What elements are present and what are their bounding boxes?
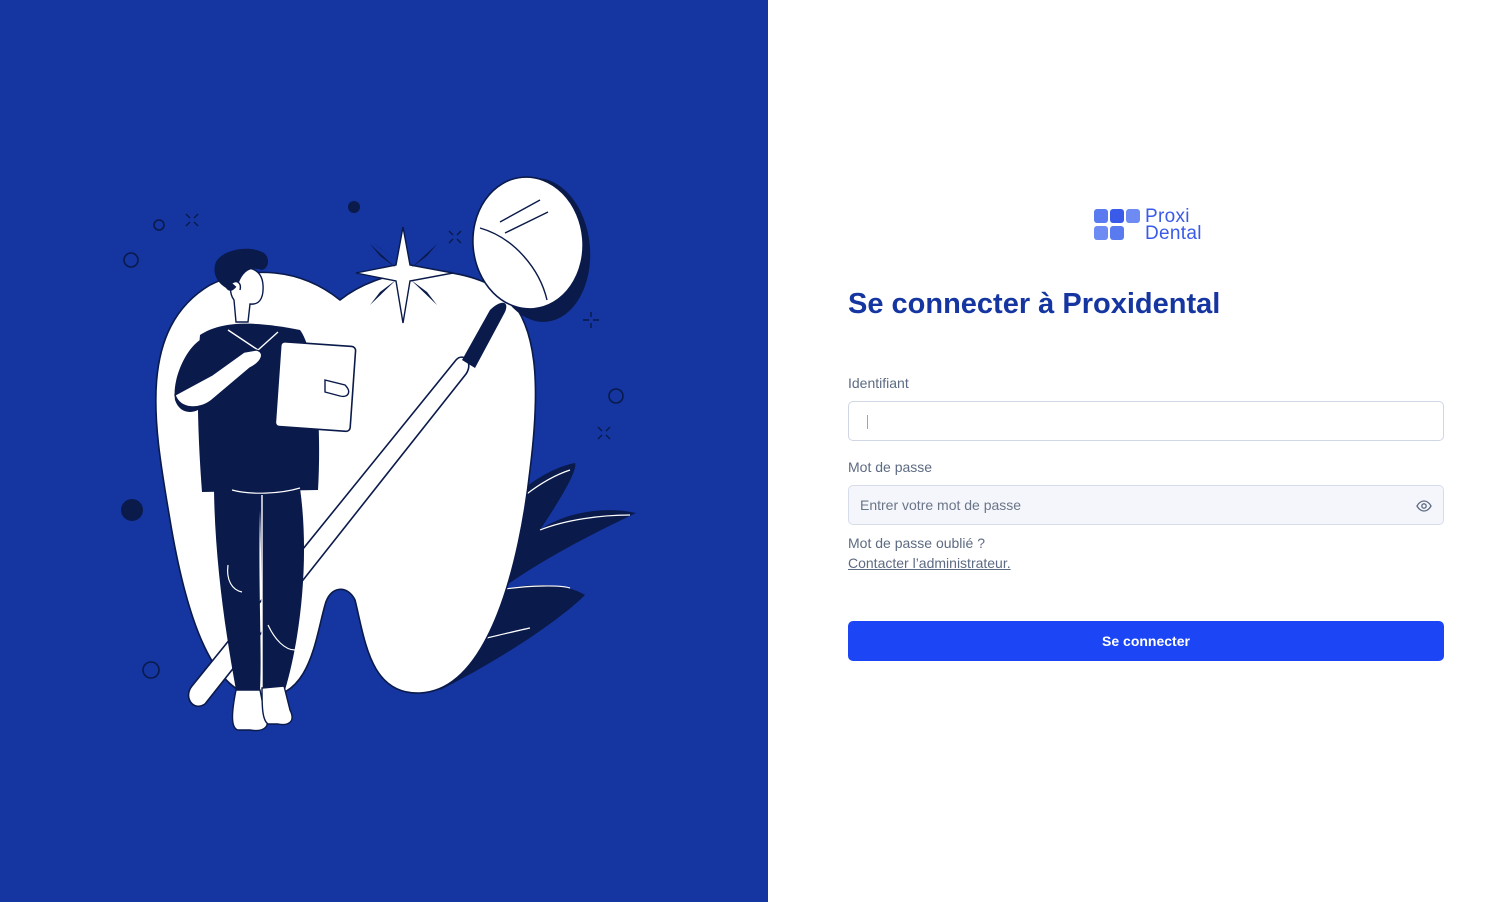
logo-wordmark: Proxi Dental — [1145, 207, 1202, 244]
password-input[interactable] — [849, 486, 1443, 524]
page-title: Se connecter à Proxidental — [848, 288, 1221, 320]
login-button[interactable]: Se connecter — [848, 621, 1444, 661]
identifier-field-wrapper — [848, 401, 1444, 441]
proxidental-logo: Proxi Dental — [1094, 207, 1204, 244]
login-panel: Proxi Dental Se connecter à Proxidental … — [768, 0, 1512, 902]
eye-icon[interactable] — [1416, 498, 1432, 514]
password-label: Mot de passe — [848, 459, 933, 475]
dentist-illustration — [121, 176, 636, 732]
identifier-input[interactable] — [849, 402, 1443, 440]
contact-admin-link[interactable]: Contacter l’administrateur. — [848, 555, 1011, 571]
text-cursor — [867, 415, 868, 429]
identifier-label: Identifiant — [848, 375, 909, 391]
illustration-panel — [0, 0, 768, 902]
logo-mark-icon — [1094, 208, 1142, 242]
password-field-wrapper — [848, 485, 1444, 525]
logo-line2: Dental — [1145, 223, 1202, 244]
forgot-password-text: Mot de passe oublié ? — [848, 535, 985, 551]
